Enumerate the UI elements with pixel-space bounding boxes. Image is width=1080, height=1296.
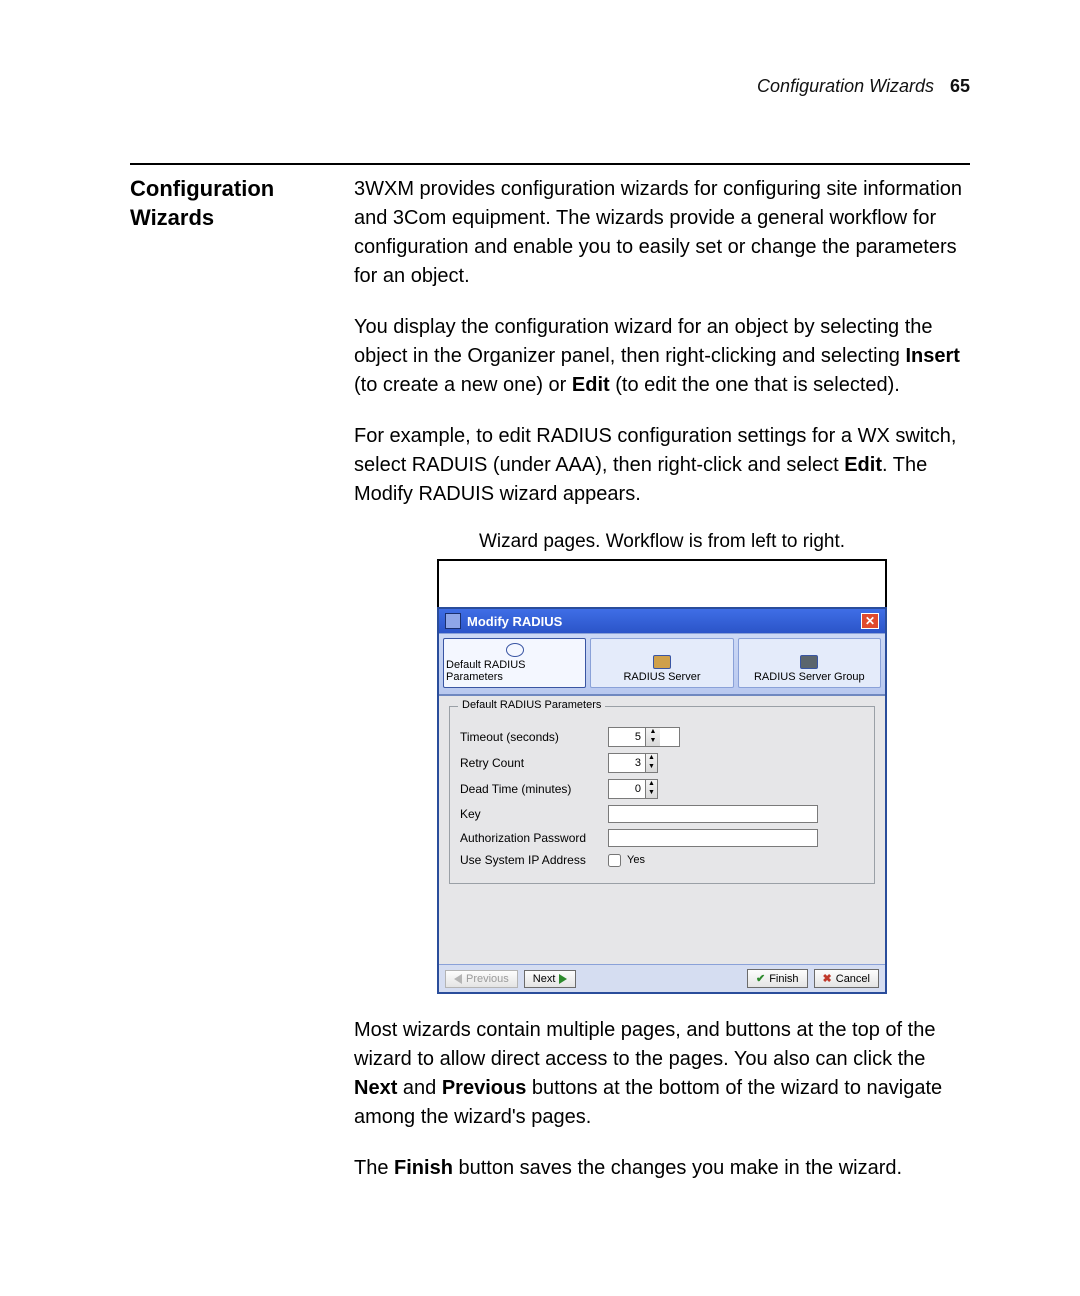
radio-icon: [506, 643, 524, 657]
p4-segment-a: Most wizards contain multiple pages, and…: [354, 1019, 935, 1070]
label-key: Key: [460, 807, 600, 821]
auth-password-input[interactable]: [608, 829, 818, 847]
row-retry: Retry Count ▲▼: [460, 753, 864, 773]
document-page: Configuration Wizards 65 Configuration W…: [0, 0, 1080, 1245]
section-rule: [130, 163, 970, 165]
previous-button: Previous: [445, 970, 518, 988]
label-deadtime: Dead Time (minutes): [460, 782, 600, 796]
deadtime-input[interactable]: [609, 780, 645, 798]
p5-bold-finish: Finish: [394, 1157, 453, 1179]
tab-radius-server-group[interactable]: RADIUS Server Group: [738, 638, 881, 688]
p3-bold-edit: Edit: [844, 454, 882, 476]
paragraph-4: Most wizards contain multiple pages, and…: [354, 1016, 970, 1132]
p2-bold-edit: Edit: [572, 374, 610, 396]
dialog-title: Modify RADIUS: [467, 614, 562, 629]
server-group-icon: [800, 655, 818, 669]
wizard-panel: Default RADIUS Parameters Timeout (secon…: [439, 696, 885, 964]
deadtime-spinner[interactable]: ▲▼: [608, 779, 658, 799]
close-button[interactable]: ✕: [861, 613, 879, 629]
page-number: 65: [950, 76, 970, 97]
timeout-spinner[interactable]: ▲▼: [608, 727, 680, 747]
p2-segment-a: You display the configuration wizard for…: [354, 316, 933, 367]
running-header: Configuration Wizards 65: [130, 76, 970, 103]
p5-segment-a: The: [354, 1157, 394, 1179]
label-system-ip: Use System IP Address: [460, 853, 600, 867]
row-system-ip: Use System IP Address Yes: [460, 853, 864, 867]
finish-button[interactable]: ✔ Finish: [747, 969, 808, 988]
cancel-button-label: Cancel: [836, 973, 870, 985]
modify-radius-dialog: Modify RADIUS ✕ Default RADIUS Parameter…: [437, 607, 887, 994]
p2-bold-insert: Insert: [905, 345, 959, 367]
paragraph-3: For example, to edit RADIUS configuratio…: [354, 422, 970, 509]
footer-action-group: ✔ Finish ✖ Cancel: [747, 969, 879, 988]
p4-bold-previous: Previous: [442, 1077, 526, 1099]
tab-label-0: Default RADIUS Parameters: [446, 659, 583, 683]
spinner-arrows-icon[interactable]: ▲▼: [645, 728, 660, 746]
fieldset-legend: Default RADIUS Parameters: [458, 699, 605, 711]
previous-button-label: Previous: [466, 973, 509, 985]
app-icon: [445, 613, 461, 629]
section-heading-line2: Wizards: [130, 205, 214, 230]
two-column-layout: Configuration Wizards 3WXM provides conf…: [130, 175, 970, 1205]
p2-segment-e: (to edit the one that is selected).: [610, 374, 900, 396]
p4-segment-c: and: [397, 1077, 441, 1099]
key-input[interactable]: [608, 805, 818, 823]
row-auth-password: Authorization Password: [460, 829, 864, 847]
timeout-input[interactable]: [609, 728, 645, 746]
left-arrow-icon: [454, 974, 462, 984]
figure-caption: Wizard pages. Workflow is from left to r…: [354, 531, 970, 553]
retry-input[interactable]: [609, 754, 645, 772]
paragraph-5: The Finish button saves the changes you …: [354, 1154, 970, 1183]
footer-nav-group: Previous Next: [445, 970, 576, 988]
check-icon: ✔: [756, 972, 765, 985]
p5-segment-c: button saves the changes you make in the…: [453, 1157, 902, 1179]
system-ip-checkbox-label: Yes: [627, 854, 645, 866]
tab-label-2: RADIUS Server Group: [754, 671, 865, 683]
paragraph-1: 3WXM provides configuration wizards for …: [354, 175, 970, 291]
wizard-footer: Previous Next ✔ Finish: [439, 964, 885, 992]
wizard-tabs: Default RADIUS Parameters RADIUS Server …: [439, 633, 885, 696]
p4-bold-next: Next: [354, 1077, 397, 1099]
body-text: 3WXM provides configuration wizards for …: [354, 175, 970, 1205]
figure-frame: Modify RADIUS ✕ Default RADIUS Parameter…: [437, 559, 887, 994]
label-retry: Retry Count: [460, 756, 600, 770]
tab-radius-server[interactable]: RADIUS Server: [590, 638, 733, 688]
section-heading-line1: Configuration: [130, 176, 274, 201]
row-timeout: Timeout (seconds) ▲▼: [460, 727, 864, 747]
system-ip-checkbox-input[interactable]: [608, 854, 621, 867]
system-ip-checkbox[interactable]: Yes: [608, 854, 864, 867]
server-icon: [653, 655, 671, 669]
dialog-titlebar: Modify RADIUS ✕: [439, 609, 885, 633]
p2-segment-c: (to create a new one) or: [354, 374, 572, 396]
section-heading: Configuration Wizards: [130, 175, 326, 1205]
retry-spinner[interactable]: ▲▼: [608, 753, 658, 773]
bracket-icon: [437, 559, 887, 607]
right-arrow-icon: [559, 974, 567, 984]
label-auth-password: Authorization Password: [460, 831, 600, 845]
tab-label-1: RADIUS Server: [623, 671, 700, 683]
default-radius-fieldset: Default RADIUS Parameters Timeout (secon…: [449, 706, 875, 884]
row-key: Key: [460, 805, 864, 823]
close-icon: ✕: [865, 615, 875, 627]
titlebar-left: Modify RADIUS: [445, 613, 562, 629]
tab-default-radius-parameters[interactable]: Default RADIUS Parameters: [443, 638, 586, 688]
row-deadtime: Dead Time (minutes) ▲▼: [460, 779, 864, 799]
finish-button-label: Finish: [769, 973, 798, 985]
next-button-label: Next: [533, 973, 556, 985]
paragraph-2: You display the configuration wizard for…: [354, 313, 970, 400]
next-button[interactable]: Next: [524, 970, 577, 988]
spinner-arrows-icon[interactable]: ▲▼: [645, 754, 657, 772]
spinner-arrows-icon[interactable]: ▲▼: [645, 780, 657, 798]
cancel-button[interactable]: ✖ Cancel: [814, 969, 879, 988]
x-icon: ✖: [823, 972, 832, 985]
label-timeout: Timeout (seconds): [460, 730, 600, 744]
running-header-title: Configuration Wizards: [757, 76, 934, 97]
